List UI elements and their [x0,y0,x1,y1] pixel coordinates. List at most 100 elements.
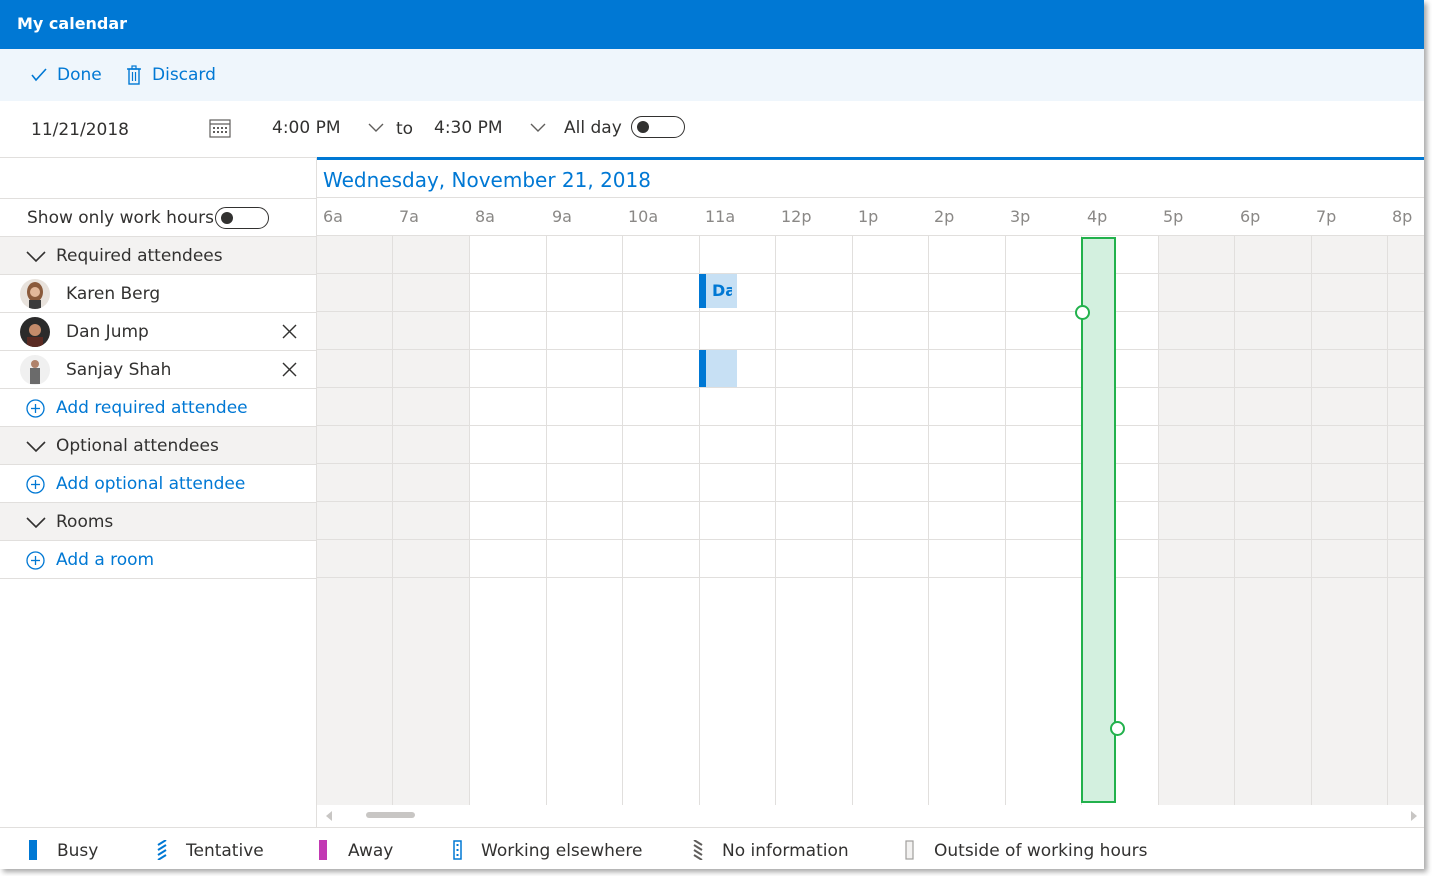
row-line [317,501,1424,502]
work-hours-toggle[interactable] [215,207,269,229]
legend-no-information: No information [722,841,849,861]
add-required-attendee-link[interactable]: Add required attendee [56,398,248,418]
toggle-knob [221,212,233,224]
row-line [317,577,1424,578]
date-field[interactable]: 11/21/2018 [31,120,129,140]
add-optional-attendee-link[interactable]: Add optional attendee [56,474,245,494]
chevron-down-icon[interactable] [530,123,546,133]
hour-ruler: 6a 7a 8a 9a 10a 11a 12p 1p 2p 3p 4p 5p 6… [317,198,1424,236]
busy-block-label: Da [712,281,732,300]
hour-label: 3p [1010,207,1031,226]
scheduling-assistant-window: My calendar Done Discard 11/21/2018 4:00… [0,0,1424,869]
done-button[interactable]: Done [31,65,102,85]
row-line [317,273,1424,274]
add-circle-icon [26,399,45,418]
resize-handle-top[interactable] [1075,305,1090,320]
end-time-field[interactable]: 4:30 PM [434,118,503,138]
hour-label: 6a [323,207,343,226]
row-line [317,425,1424,426]
scroll-right-icon[interactable] [1411,811,1417,821]
done-label: Done [57,65,102,85]
row-line [317,539,1424,540]
hour-column [623,236,700,805]
meeting-time-selection[interactable] [1081,237,1116,803]
hour-column [1312,236,1388,805]
attendee-name: Karen Berg [66,284,161,304]
trash-icon [127,65,141,85]
avatar [20,317,50,347]
row-line [317,387,1424,388]
attendee-row: Karen Berg [0,275,316,313]
calendar-icon[interactable] [209,118,231,138]
busy-block[interactable]: Da [699,274,737,308]
discard-button[interactable]: Discard [126,65,216,85]
hour-columns [317,236,1424,805]
required-attendees-label: Required attendees [56,246,223,266]
chevron-down-icon [26,251,46,263]
away-legend-icon [319,840,327,860]
discard-label: Discard [152,65,216,85]
busy-indicator [699,350,706,387]
rooms-header[interactable]: Rooms [0,503,316,541]
title-bar: My calendar [0,0,1424,49]
hour-label: 6p [1240,207,1261,226]
add-room-row[interactable]: Add a room [0,541,316,579]
legend-working-elsewhere: Working elsewhere [481,841,643,861]
working-elsewhere-legend-icon [453,840,462,860]
hour-column [1235,236,1312,805]
attendee-row: Dan Jump [0,313,316,351]
hour-column [547,236,623,805]
work-hours-row: Show only work hours [0,199,316,237]
resize-handle-bottom[interactable] [1110,721,1125,736]
hour-label: 10a [628,207,659,226]
checkmark-icon [31,68,47,82]
busy-indicator [699,274,706,308]
hour-column [776,236,853,805]
remove-icon[interactable] [282,362,297,377]
optional-attendees-header[interactable]: Optional attendees [0,427,316,465]
remove-icon[interactable] [282,324,297,339]
rooms-label: Rooms [56,512,114,532]
hour-column [1006,236,1082,805]
all-day-toggle[interactable] [631,116,685,138]
availability-legend: Busy Tentative Away Working elsewhere No… [0,827,1424,869]
toggle-knob [637,121,649,133]
busy-legend-icon [29,840,37,860]
hour-label: 4p [1087,207,1108,226]
horizontal-scrollbar[interactable] [317,805,1424,827]
add-room-link[interactable]: Add a room [56,550,154,570]
hour-label: 8a [475,207,495,226]
tentative-legend-icon [157,840,167,860]
chevron-down-icon[interactable] [368,123,384,133]
start-time-field[interactable]: 4:00 PM [272,118,341,138]
legend-tentative: Tentative [186,841,264,861]
chevron-down-icon [26,517,46,529]
hour-label: 7p [1316,207,1337,226]
busy-block[interactable] [699,350,737,387]
hour-column [470,236,547,805]
row-line [317,349,1424,350]
outside-hours-legend-icon [905,840,914,860]
avatar [20,355,50,385]
required-attendees-header[interactable]: Required attendees [0,237,316,275]
hour-column [1159,236,1235,805]
row-line [317,463,1424,464]
to-label: to [396,119,414,139]
add-required-attendee-row[interactable]: Add required attendee [0,389,316,427]
hour-label: 8p [1392,207,1413,226]
day-header: Wednesday, November 21, 2018 [317,157,1424,198]
schedule-grid[interactable]: Wednesday, November 21, 2018 6a 7a 8a 9a… [317,157,1424,827]
hour-label: 9a [552,207,572,226]
date-time-bar: 11/21/2018 4:00 PM to 4:30 PM All day [0,101,1424,158]
add-optional-attendee-row[interactable]: Add optional attendee [0,465,316,503]
scrollbar-thumb[interactable] [366,812,415,818]
attendee-panel: Show only work hours Required attendees … [0,157,317,827]
scroll-left-icon[interactable] [326,811,332,821]
hour-label: 1p [858,207,879,226]
hour-column [317,236,393,805]
hour-column [929,236,1006,805]
all-day-label: All day [564,118,622,138]
panel-spacer [0,157,316,199]
command-bar: Done Discard [0,49,1424,101]
avatar [20,279,50,309]
